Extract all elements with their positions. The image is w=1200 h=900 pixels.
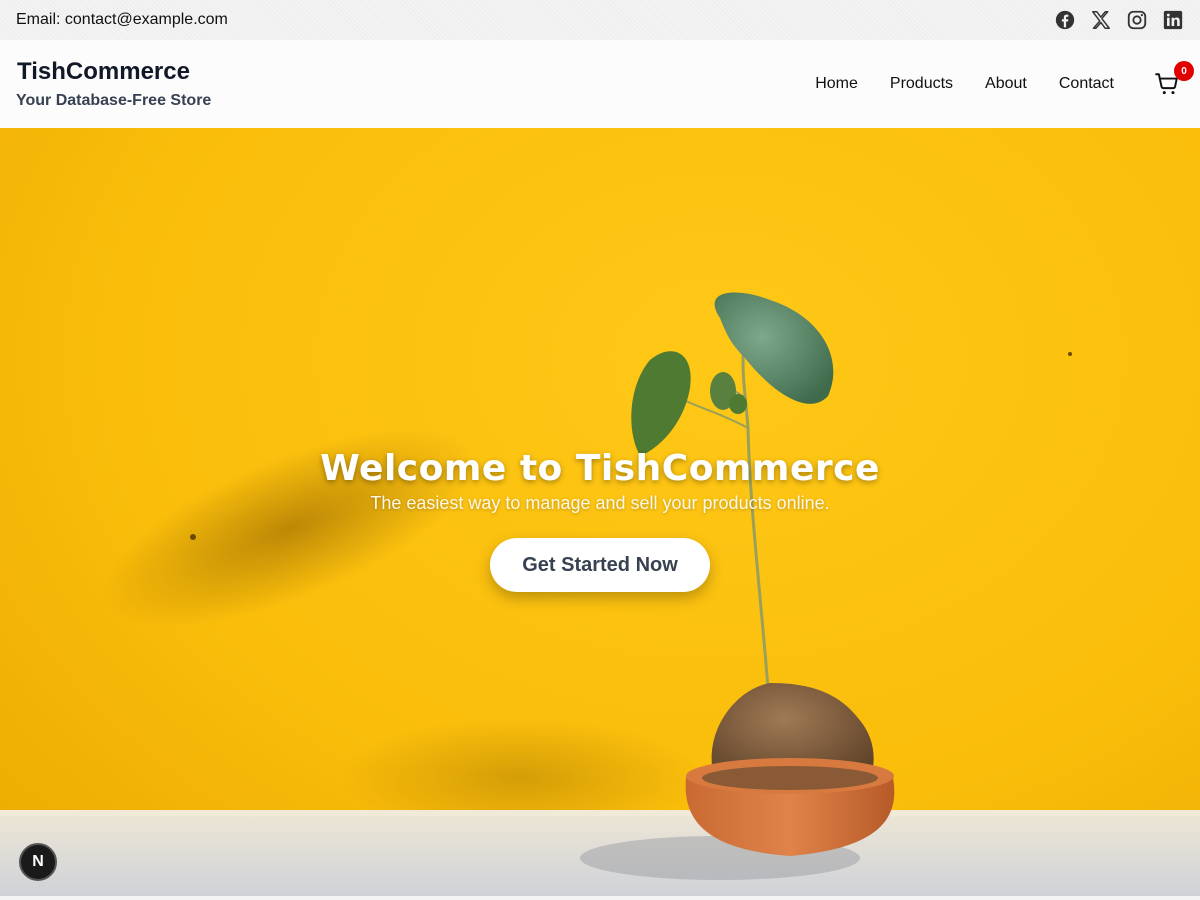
brand-tagline: Your Database-Free Store bbox=[16, 92, 212, 110]
nav-contact[interactable]: Contact bbox=[1059, 75, 1114, 93]
cart-count-badge: 0 bbox=[1174, 61, 1194, 81]
facebook-icon[interactable] bbox=[1054, 9, 1076, 31]
hero-section: Welcome to TishCommerce The easiest way … bbox=[0, 128, 1200, 896]
get-started-button[interactable]: Get Started Now bbox=[490, 538, 710, 592]
dev-tools-label: N bbox=[32, 853, 44, 870]
main-nav: Home Products About Contact 0 bbox=[815, 61, 1194, 97]
nav-about[interactable]: About bbox=[985, 75, 1027, 93]
contact-email: Email: contact@example.com bbox=[16, 11, 228, 28]
instagram-icon[interactable] bbox=[1126, 9, 1148, 31]
dev-tools-button[interactable]: N bbox=[19, 843, 57, 881]
social-links bbox=[1054, 9, 1184, 31]
hero-content: Welcome to TishCommerce The easiest way … bbox=[0, 448, 1200, 592]
hero-subtitle: The easiest way to manage and sell your … bbox=[370, 493, 830, 513]
brand[interactable]: TishCommerce Your Database-Free Store bbox=[16, 58, 211, 111]
brand-name[interactable]: TishCommerce bbox=[17, 58, 211, 87]
linkedin-icon[interactable] bbox=[1162, 9, 1184, 31]
nav-home[interactable]: Home bbox=[815, 75, 858, 93]
page-bottom-edge bbox=[0, 896, 1200, 900]
nav-products[interactable]: Products bbox=[890, 75, 953, 93]
top-bar: Email: contact@example.com bbox=[0, 0, 1200, 40]
hero-title: Welcome to TishCommerce bbox=[320, 448, 880, 489]
cart-button[interactable]: 0 bbox=[1154, 61, 1194, 97]
x-icon[interactable] bbox=[1090, 9, 1112, 31]
site-header: TishCommerce Your Database-Free Store Ho… bbox=[0, 40, 1200, 128]
